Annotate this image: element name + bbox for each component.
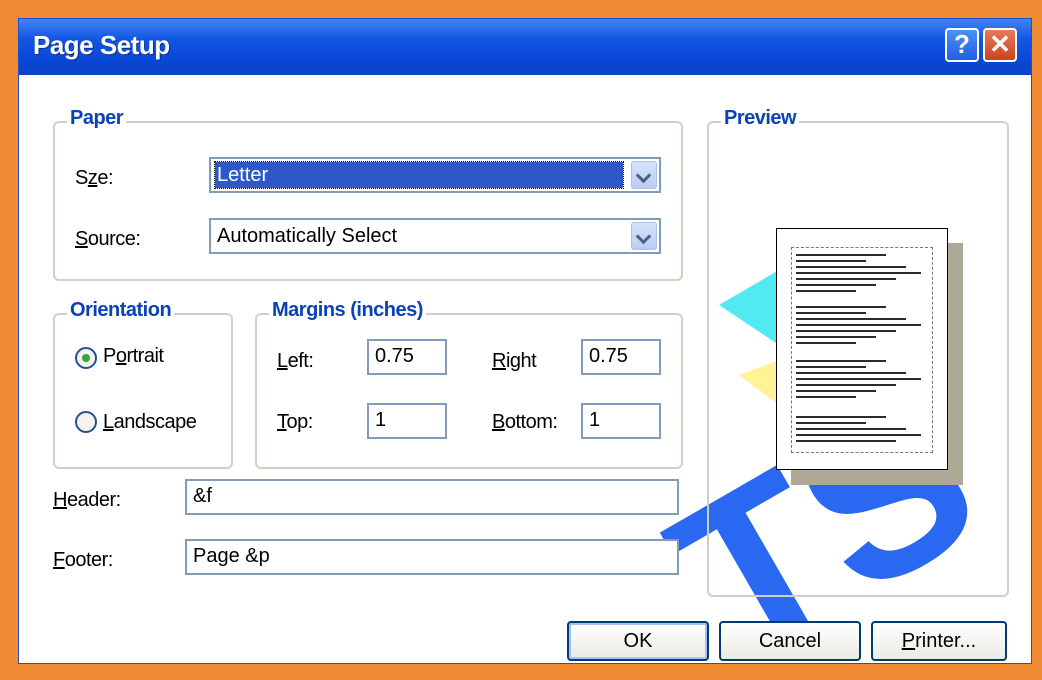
source-combobox[interactable]: Automatically Select (209, 218, 661, 254)
footer-input[interactable]: Page &p (185, 539, 679, 575)
cancel-button[interactable]: Cancel (719, 621, 861, 661)
right-margin-input[interactable]: 0.75 (581, 339, 661, 375)
radio-selected-dot (82, 354, 90, 362)
orientation-group-title: Orientation (67, 299, 175, 322)
orientation-group: Orientation (53, 299, 233, 469)
chevron-down-icon (635, 167, 652, 184)
help-button[interactable]: ? (945, 28, 979, 62)
source-dropdown-button[interactable] (631, 222, 657, 250)
top-margin-label: Top: (277, 411, 313, 433)
paper-group: Paper (53, 107, 683, 281)
right-margin-label: Right (492, 350, 537, 372)
bottom-margin-input[interactable]: 1 (581, 403, 661, 439)
title-bar[interactable]: Page Setup ? ✕ (19, 19, 1031, 75)
size-dropdown-button[interactable] (631, 161, 657, 189)
dialog-client: TS Paper Sze: Letter Source: Automatical… (19, 75, 1031, 663)
chevron-down-icon (635, 228, 652, 245)
footer-label: Footer: (53, 549, 113, 571)
landscape-radio[interactable] (75, 411, 97, 433)
paper-group-title: Paper (67, 107, 127, 130)
source-value: Automatically Select (217, 225, 398, 247)
header-input[interactable]: &f (185, 479, 679, 515)
preview-group-title: Preview (721, 107, 800, 130)
close-button[interactable]: ✕ (983, 28, 1017, 62)
portrait-radio[interactable] (75, 347, 97, 369)
ok-button[interactable]: OK (567, 621, 709, 661)
printer-button[interactable]: Printer... (871, 621, 1007, 661)
source-label: Source: (75, 228, 141, 250)
preview-margin-outline (791, 247, 933, 453)
window-title: Page Setup (33, 30, 170, 60)
left-margin-input[interactable]: 0.75 (367, 339, 447, 375)
landscape-label[interactable]: Landscape (103, 411, 197, 434)
size-label: Sze: (75, 167, 114, 189)
portrait-label[interactable]: Portrait (103, 345, 164, 368)
page-setup-dialog: Page Setup ? ✕ TS Paper Sze: Letter Sour… (18, 18, 1032, 664)
bottom-margin-label: Bottom: (492, 411, 558, 433)
size-value: Letter (214, 161, 624, 189)
top-margin-input[interactable]: 1 (367, 403, 447, 439)
left-margin-label: Left: (277, 350, 314, 372)
header-label: Header: (53, 489, 121, 511)
margins-group: Margins (inches) (255, 299, 683, 469)
margins-group-title: Margins (inches) (269, 299, 426, 322)
preview-page (776, 228, 948, 470)
size-combobox[interactable]: Letter (209, 157, 661, 193)
